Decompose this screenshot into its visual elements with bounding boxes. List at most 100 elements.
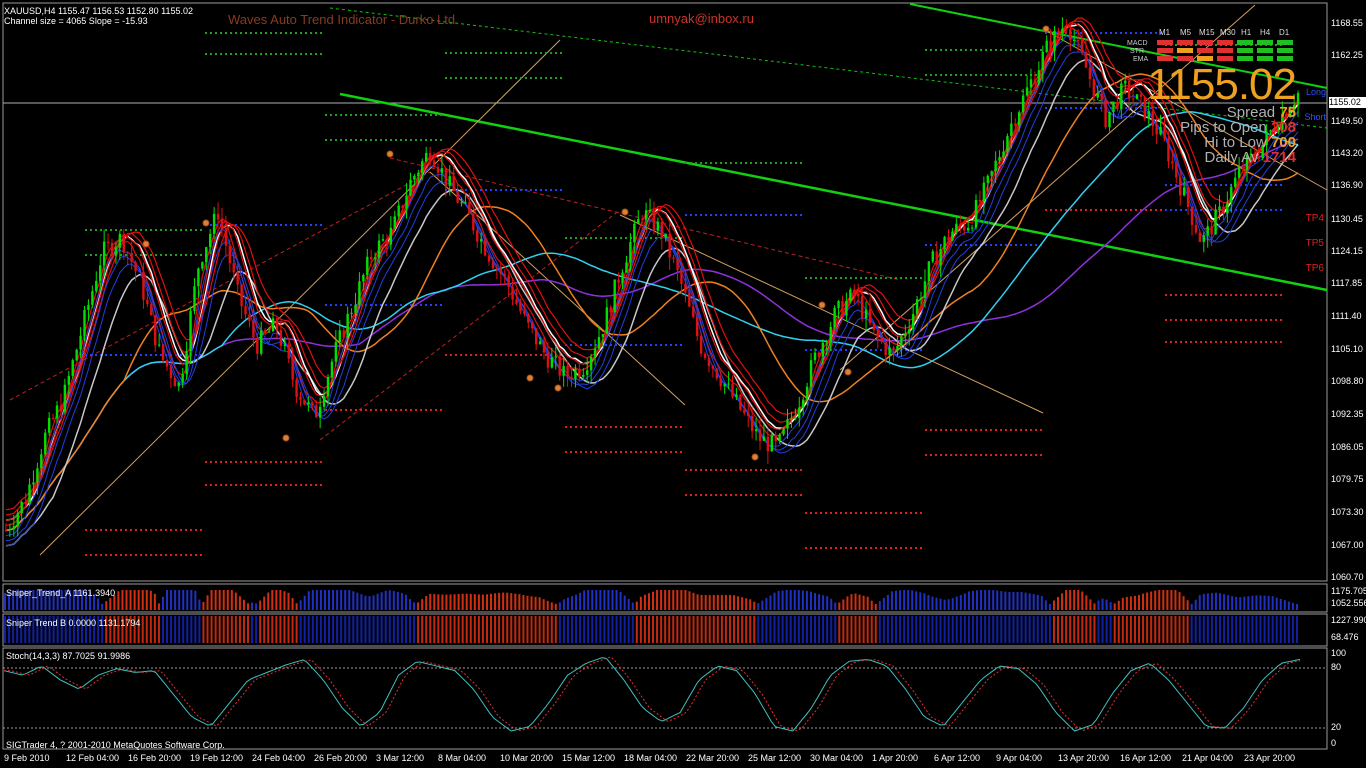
candle-body (684, 283, 687, 293)
sniper-a-bar (332, 590, 335, 610)
candle-body (71, 360, 74, 376)
sniper-a-bar (1174, 590, 1177, 610)
candle-body (197, 268, 200, 287)
sniper-b-bar (684, 616, 687, 643)
sniper-a-bar (1036, 594, 1039, 610)
sniper-b-bar (963, 616, 966, 643)
sniper-b-bar (392, 616, 395, 643)
candle-body (1096, 93, 1099, 98)
sniper-a-bar (927, 595, 930, 610)
candle-body (1116, 101, 1119, 109)
candle-body (1029, 79, 1033, 88)
swing-marker (526, 374, 534, 382)
sniper-a-bar (1239, 597, 1242, 610)
sniper-b-bar (708, 616, 711, 643)
sniper-a-bar (951, 598, 954, 610)
sniper-b-bar (575, 616, 578, 643)
sniper-a-bar (915, 591, 918, 610)
sniper-a-bar (1231, 596, 1234, 610)
candle-body (1053, 30, 1056, 51)
sniper-b-bar (704, 616, 707, 643)
sniper-a-bar (263, 596, 266, 610)
candle-body (629, 242, 632, 263)
candle-body (476, 230, 479, 242)
sniper-b-bar (445, 616, 448, 643)
sniper-b-bar (469, 616, 472, 643)
sniper-b-bar (409, 616, 412, 643)
sniper-a-bar (1219, 593, 1222, 610)
sniper-b-bar (166, 616, 169, 643)
time-tick-label: 9 Apr 04:00 (996, 753, 1043, 763)
sniper-b-bar (1219, 616, 1222, 643)
sniper-b-bar (429, 616, 432, 643)
sniper-b-bar (153, 616, 156, 643)
sniper-a-bar (542, 599, 545, 610)
sniper-a-bar (101, 603, 104, 610)
sniper-b-bar (1097, 616, 1100, 643)
candle-body (389, 227, 393, 245)
sniper-a-bar (340, 590, 343, 610)
symbol-info: XAUUSD,H4 1155.47 1156.53 1152.80 1155.0… (4, 6, 193, 16)
sniper-b-bar (931, 616, 934, 643)
candle-body (978, 200, 982, 202)
sniper-b-bar (384, 616, 387, 643)
sniper-b-bar (283, 616, 286, 643)
sniper-a-bar (1113, 603, 1116, 610)
sniper-b-bar (988, 616, 991, 643)
sniper-a-bar (890, 591, 893, 610)
candle-body (648, 210, 652, 212)
candle-body (110, 243, 114, 255)
candle-body (582, 374, 585, 377)
sniper-a-bar (344, 590, 347, 610)
sniper-a-bar (226, 590, 229, 610)
candle-body (739, 394, 742, 410)
sniper-b-bar (1077, 616, 1080, 643)
candle-body (782, 428, 785, 435)
candle-body (499, 268, 502, 274)
sniper-a-bar (728, 594, 731, 610)
sniper-a-bar (623, 595, 626, 610)
sniper-b-bar (554, 616, 557, 643)
sniper-a-bar (639, 596, 642, 610)
sniper-b-axis-top: 1227.9904 (1331, 615, 1366, 625)
candle-body (456, 191, 459, 203)
candle-body (303, 399, 306, 405)
sniper-a-bar (955, 596, 958, 610)
sniper-a-bar (753, 601, 756, 610)
sniper-b-bar (562, 616, 565, 643)
candle-body (185, 351, 188, 375)
tp4-label: TP4 (1305, 213, 1324, 224)
candle-body (531, 322, 534, 329)
sniper-b-bar (255, 616, 258, 643)
sniper-a-bar (1162, 590, 1165, 610)
sniper-a-bar (1069, 590, 1072, 610)
candle-body (1182, 187, 1186, 196)
sniper-b-bar (198, 616, 201, 643)
sniper-b-bar (660, 616, 663, 643)
sniper-a-bar (117, 591, 120, 610)
sniper-b-bar (915, 616, 918, 643)
sniper-a-bar (271, 590, 274, 610)
time-tick-label: 22 Mar 20:00 (686, 753, 740, 763)
sniper-b-bar (805, 616, 808, 643)
candle-body (464, 202, 467, 204)
sniper-a-bar (809, 591, 812, 610)
sniper-a-bar (1170, 590, 1173, 610)
candle-body (876, 329, 880, 338)
sniper-b-bar (141, 616, 144, 643)
sniper-b-bar (980, 616, 983, 643)
candle-body (982, 182, 986, 202)
candle-body (424, 153, 428, 162)
sniper-b-bar (1069, 616, 1072, 643)
candle-body (515, 299, 518, 304)
sniper-a-bar (903, 590, 906, 610)
sniper-a-bar (708, 594, 711, 610)
time-tick-label: 9 Feb 2010 (4, 753, 50, 763)
sniper-a-bar (1291, 602, 1294, 610)
sniper-b-bar (174, 616, 177, 643)
candle-body (444, 168, 448, 186)
sniper-a-bar (449, 594, 452, 610)
candle-body (181, 374, 184, 383)
candle-body (201, 262, 204, 269)
candle-body (715, 368, 718, 379)
